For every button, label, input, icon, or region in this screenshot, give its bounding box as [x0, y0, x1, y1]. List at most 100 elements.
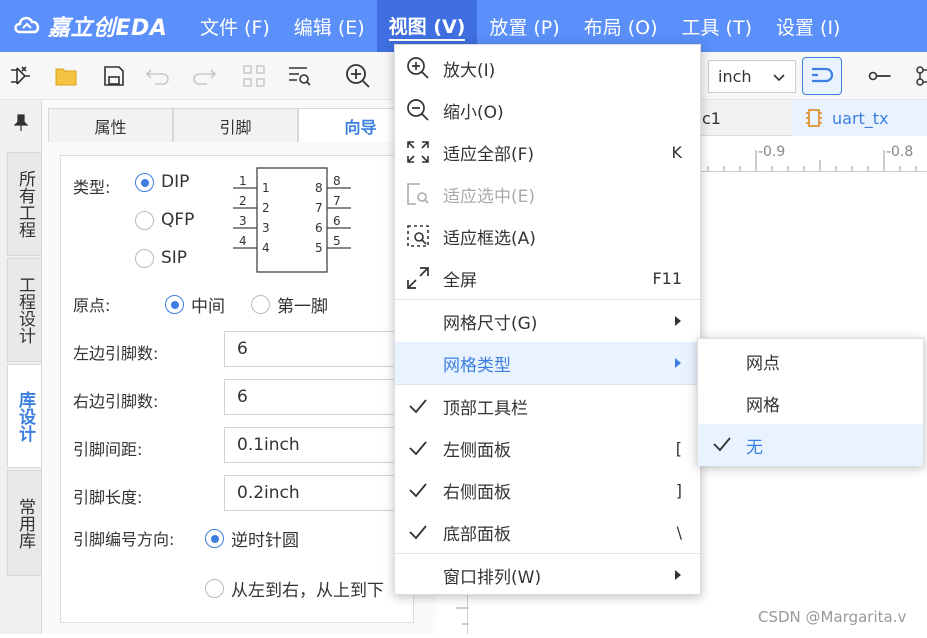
menu-item-zoom-out[interactable]: 缩小(O): [395, 89, 700, 131]
menu-item-fit-all-label: 适应全部(F): [443, 144, 535, 165]
radio-left-to-right-label: 从左到右，从上到下: [231, 581, 384, 601]
caret-right-icon: [674, 312, 682, 331]
menu-item-fit-selection-label: 适应选中(E): [443, 186, 536, 207]
radio-qfp-label: QFP: [161, 210, 195, 230]
tab-all-projects[interactable]: 所有工程: [7, 152, 42, 256]
wire-icon[interactable]: [802, 57, 842, 95]
menu-file[interactable]: 文件 (F): [188, 0, 282, 52]
radio-origin-center-label: 中间: [191, 297, 225, 317]
menu-place-label: 放置 (P): [489, 16, 560, 39]
radio-origin-center-circle: [165, 295, 184, 314]
menu-edit[interactable]: 编辑 (E): [282, 0, 377, 52]
save-icon[interactable]: [100, 62, 128, 90]
open-folder-icon[interactable]: [52, 62, 80, 90]
pin-number-inner: 8: [315, 181, 323, 195]
menu-file-label: 文件 (F): [200, 16, 270, 39]
netflag-icon[interactable]: [866, 62, 894, 90]
redo-icon[interactable]: [190, 62, 218, 90]
cloud-icon: [12, 12, 42, 40]
radio-counterclockwise[interactable]: 逆时针圆: [205, 526, 299, 551]
pin-icon[interactable]: [10, 112, 32, 134]
units-value: inch: [718, 67, 752, 86]
menu-item-fit-selection[interactable]: 适应选中(E): [395, 173, 700, 215]
pin-spacing-label: 引脚间距:: [73, 440, 143, 459]
undo-icon[interactable]: [144, 62, 172, 90]
menu-item-right-panel-label: 右侧面板: [443, 482, 511, 503]
pin-number-inner: 1: [262, 181, 270, 195]
menu-item-fit-all[interactable]: 适应全部(F) K: [395, 131, 700, 173]
radio-qfp-circle: [135, 210, 154, 230]
radio-dip[interactable]: DIP: [135, 172, 189, 192]
doc-tab-uart-tx[interactable]: uart_tx: [792, 100, 927, 136]
pin-length-field[interactable]: 0.2inch: [224, 475, 415, 511]
left-pin-count-field[interactable]: 6: [224, 331, 415, 367]
find-icon[interactable]: [286, 62, 314, 90]
pin-length-label: 引脚长度:: [73, 488, 143, 507]
menu-item-grid-type[interactable]: 网格类型: [395, 342, 700, 384]
bus-icon[interactable]: [908, 62, 927, 90]
menu-item-zoom-out-label: 缩小(O): [443, 102, 504, 123]
pin-number-inner: 2: [262, 201, 270, 215]
menu-settings-label: 设置 (I): [776, 16, 841, 39]
pin-number-outer: 4: [239, 234, 247, 248]
grid-type-submenu: 网点 网格 无: [697, 338, 924, 466]
submenu-item-none[interactable]: 无: [698, 424, 923, 466]
check-icon: [405, 393, 431, 419]
submenu-item-none-label: 无: [746, 437, 763, 458]
menu-item-bottom-panel[interactable]: 底部面板 \: [395, 511, 700, 553]
menu-settings[interactable]: 设置 (I): [764, 0, 852, 52]
tab-project-design[interactable]: 工程设计: [7, 258, 42, 362]
view-menu-dropdown: 放大(I) 缩小(O) 适应全部(F) K 适应选中(E) 适应框选(A) 全屏…: [394, 44, 701, 595]
menu-item-window-arrange[interactable]: 窗口排列(W): [395, 554, 700, 596]
caret-right-icon: [674, 566, 682, 585]
numbering-direction-label: 引脚编号方向:: [73, 530, 175, 549]
zoom-in-icon: [405, 55, 431, 81]
type-label: 类型:: [73, 178, 111, 197]
tab-pins[interactable]: 引脚: [173, 108, 298, 142]
radio-left-to-right[interactable]: 从左到右，从上到下: [205, 576, 384, 601]
app-logo[interactable]: 嘉立创EDA: [0, 0, 188, 52]
menu-item-top-toolbar-label: 顶部工具栏: [443, 398, 528, 419]
menu-item-fit-box-label: 适应框选(A): [443, 228, 536, 249]
menu-item-right-panel[interactable]: 右侧面板 ]: [395, 469, 700, 511]
right-pin-count-field[interactable]: 6: [224, 379, 415, 415]
radio-origin-pin1-circle: [251, 295, 270, 314]
pin-spacing-field[interactable]: 0.1inch: [224, 427, 415, 463]
doc-tab-c1-label: c1: [702, 108, 721, 128]
radio-origin-center[interactable]: 中间: [165, 292, 225, 317]
pin-number-inner: 6: [315, 221, 323, 235]
radio-sip[interactable]: SIP: [135, 248, 187, 268]
pin-number-inner: 7: [315, 201, 323, 215]
menu-item-grid-size[interactable]: 网格尺寸(G): [395, 300, 700, 342]
app-logo-text: 嘉立创EDA: [48, 16, 168, 41]
radio-origin-pin1[interactable]: 第一脚: [251, 292, 328, 317]
units-select[interactable]: inch: [708, 60, 796, 93]
check-icon: [712, 436, 732, 457]
submenu-item-dots-label: 网点: [746, 353, 780, 374]
menu-item-zoom-in[interactable]: 放大(I): [395, 47, 700, 89]
radio-counterclockwise-label: 逆时针圆: [231, 531, 299, 551]
watermark: CSDN @Margarita.v: [758, 608, 907, 626]
grid-icon[interactable]: [240, 62, 268, 90]
menu-item-fit-box[interactable]: 适应框选(A): [395, 215, 700, 257]
chevron-down-icon: [773, 67, 785, 86]
zoom-out-icon: [405, 97, 431, 123]
left-strip: 所有工程 工程设计 库设计 常用库: [0, 100, 42, 634]
radio-qfp[interactable]: QFP: [135, 210, 194, 230]
wizard-icon[interactable]: [6, 62, 34, 90]
tab-library-design[interactable]: 库设计: [7, 364, 42, 468]
radio-dip-circle: [135, 172, 154, 192]
panel-tabs: 属性 引脚 向导: [48, 108, 423, 142]
submenu-item-dots[interactable]: 网点: [698, 340, 923, 382]
menu-layout-label: 布局 (O): [583, 16, 658, 39]
menu-item-fullscreen[interactable]: 全屏 F11: [395, 257, 700, 299]
tab-common-library[interactable]: 常用库: [7, 470, 42, 576]
tab-properties[interactable]: 属性: [48, 108, 173, 142]
zoom-in-icon[interactable]: [344, 62, 372, 90]
menu-item-top-toolbar[interactable]: 顶部工具栏: [395, 385, 700, 427]
doc-tab-c1[interactable]: c1: [698, 100, 790, 136]
menu-item-grid-type-label: 网格类型: [443, 355, 511, 376]
shortcut-label: F11: [652, 268, 682, 288]
submenu-item-grid[interactable]: 网格: [698, 382, 923, 424]
menu-item-left-panel[interactable]: 左侧面板 [: [395, 427, 700, 469]
